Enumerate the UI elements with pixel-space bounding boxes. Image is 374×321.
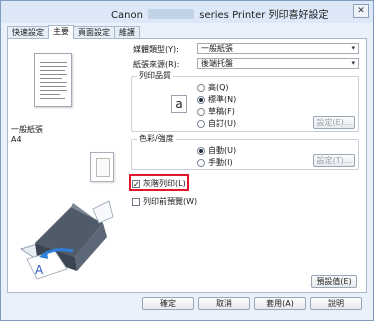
media-type-value: 一般紙張	[201, 44, 233, 53]
close-button[interactable]: ✕	[353, 4, 369, 18]
paper-source-select[interactable]: 後端托盤 ▾	[197, 58, 359, 69]
media-summary: 一般紙張 A4	[11, 125, 43, 145]
quality-high-label: 高(Q)	[208, 83, 229, 92]
quality-icon: a	[171, 95, 187, 113]
svg-text:A: A	[35, 263, 44, 277]
color-settings-button[interactable]: 設定(T)...	[313, 154, 355, 167]
settings-preview: 一般紙張 A4 A	[7, 47, 117, 287]
color-manual-radio[interactable]: 手動(I)	[197, 157, 233, 168]
printer-icon: A	[19, 200, 114, 280]
print-quality-title: 列印品質	[137, 71, 173, 81]
color-auto-label: 自動(U)	[208, 146, 237, 155]
apply-button[interactable]: 套用(A)	[254, 297, 306, 310]
preview-label: 列印前預覽(W)	[143, 197, 198, 206]
radio-button[interactable]	[197, 119, 205, 128]
radio-button[interactable]	[197, 83, 205, 92]
close-icon: ✕	[357, 6, 365, 16]
window-title: Canon series Printer 列印喜好設定	[111, 6, 329, 21]
quality-standard-label: 標準(N)	[208, 95, 237, 104]
ok-button[interactable]: 確定	[142, 297, 194, 310]
help-button[interactable]: 說明	[310, 297, 362, 310]
title-bar: Canon series Printer 列印喜好設定 ✕	[1, 1, 373, 23]
media-type-select[interactable]: 一般紙張 ▾	[197, 43, 359, 54]
media-name: 一般紙張	[11, 125, 43, 134]
tab-strip: 快速設定 主要 頁面設定 維護	[7, 25, 140, 39]
model-name-redacted	[148, 9, 195, 19]
preview-checkbox[interactable]	[132, 197, 140, 206]
chevron-down-icon: ▾	[351, 59, 355, 67]
radio-button[interactable]	[197, 95, 205, 104]
quality-draft-label: 草稿(F)	[208, 107, 235, 116]
tab-main[interactable]: 主要	[48, 25, 74, 39]
paper-preview	[34, 53, 72, 107]
cancel-button[interactable]: 取消	[198, 297, 250, 310]
printer-preferences-window: Canon series Printer 列印喜好設定 ✕ 快速設定 主要 頁面…	[0, 0, 374, 321]
paper-source-value: 後端托盤	[201, 59, 233, 68]
paper-source-label: 紙張來源(R):	[133, 60, 180, 69]
chevron-down-icon: ▾	[351, 44, 355, 52]
color-intensity-title: 色彩/強度	[137, 134, 176, 144]
quality-draft-radio[interactable]: 草稿(F)	[197, 106, 235, 117]
media-size: A4	[11, 135, 22, 144]
radio-button[interactable]	[197, 146, 205, 155]
title-prefix: Canon	[111, 10, 143, 21]
quality-custom-label: 自訂(U)	[208, 119, 237, 128]
quality-high-radio[interactable]: 高(Q)	[197, 82, 229, 93]
grayscale-label: 灰階列印(L)	[143, 179, 186, 188]
title-suffix: series Printer 列印喜好設定	[199, 10, 329, 21]
grayscale-checkbox[interactable]	[132, 179, 140, 188]
color-manual-label: 手動(I)	[208, 158, 233, 167]
grayscale-checkbox-row[interactable]: 灰階列印(L)	[132, 178, 186, 189]
radio-button[interactable]	[197, 107, 205, 116]
radio-button[interactable]	[197, 158, 205, 167]
quality-custom-radio[interactable]: 自訂(U)	[197, 118, 236, 129]
color-auto-radio[interactable]: 自動(U)	[197, 145, 236, 156]
quality-settings-button[interactable]: 設定(E)...	[313, 116, 355, 129]
defaults-button[interactable]: 預設值(E)	[311, 275, 357, 288]
orientation-icon	[90, 152, 114, 182]
preview-checkbox-row[interactable]: 列印前預覽(W)	[132, 196, 197, 207]
quality-standard-radio[interactable]: 標準(N)	[197, 94, 236, 105]
media-type-label: 媒體類型(Y):	[133, 45, 179, 54]
